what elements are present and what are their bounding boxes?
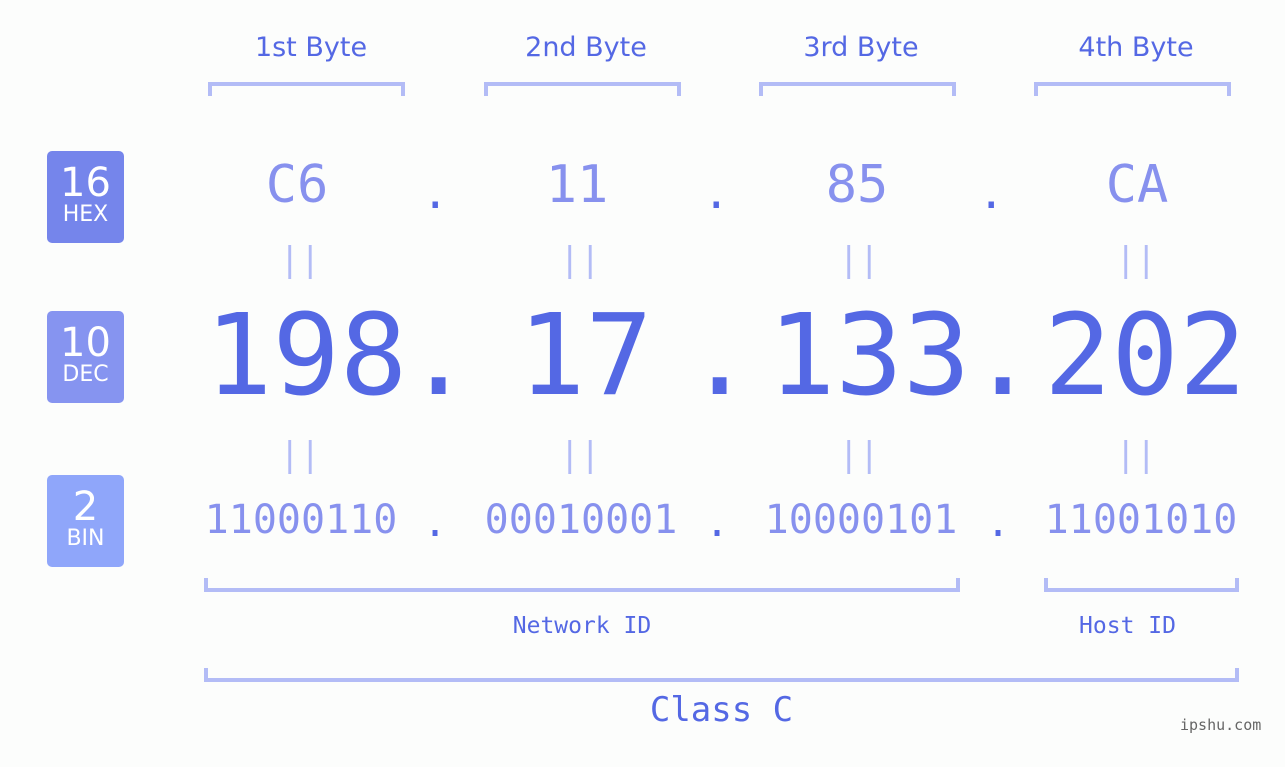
hex-badge: 16 HEX <box>47 151 124 243</box>
host-id-bracket <box>1044 578 1239 592</box>
dec-badge-label: DEC <box>62 362 109 387</box>
hex-byte-2: 11 <box>545 155 609 215</box>
equals-sign: || <box>838 435 880 475</box>
dec-byte-3: 133 <box>768 291 971 421</box>
dec-badge: 10 DEC <box>47 311 124 403</box>
host-id-label: Host ID <box>1079 613 1176 639</box>
bin-byte-3: 10000101 <box>764 497 958 543</box>
class-bracket <box>204 668 1239 682</box>
hex-byte-3: 85 <box>825 155 889 215</box>
hex-byte-4: CA <box>1105 155 1169 215</box>
bin-byte-1: 11000110 <box>204 497 398 543</box>
equals-sign: || <box>279 240 321 280</box>
byte-bracket-3 <box>759 82 956 96</box>
equals-sign: || <box>1115 435 1157 475</box>
hex-separator-1: . <box>422 168 449 219</box>
dec-byte-1: 198 <box>205 291 408 421</box>
byte-bracket-4 <box>1034 82 1231 96</box>
bin-byte-2: 00010001 <box>484 497 678 543</box>
bin-byte-4: 11001010 <box>1044 497 1238 543</box>
byte-header-3: 3rd Byte <box>803 32 919 63</box>
bin-separator-3: . <box>986 500 1011 546</box>
equals-sign: || <box>1115 240 1157 280</box>
equals-sign: || <box>559 240 601 280</box>
bin-badge-number: 2 <box>72 484 99 530</box>
dec-badge-number: 10 <box>60 320 111 366</box>
network-id-bracket <box>204 578 960 592</box>
byte-header-2: 2nd Byte <box>525 32 647 63</box>
equals-sign: || <box>279 435 321 475</box>
class-label: Class C <box>649 690 794 730</box>
hex-byte-1: C6 <box>265 155 329 215</box>
dec-byte-4: 202 <box>1044 291 1247 421</box>
dec-separator-2: . <box>686 291 754 421</box>
network-id-label: Network ID <box>512 613 652 639</box>
hex-badge-number: 16 <box>60 160 111 206</box>
watermark: ipshu.com <box>1180 716 1262 734</box>
bin-separator-1: . <box>423 500 448 546</box>
bin-badge-label: BIN <box>66 526 105 551</box>
hex-badge-label: HEX <box>62 202 109 227</box>
dec-separator-1: . <box>405 291 473 421</box>
bin-badge: 2 BIN <box>47 475 124 567</box>
hex-separator-3: . <box>978 168 1005 219</box>
byte-bracket-1 <box>208 82 405 96</box>
byte-bracket-2 <box>484 82 681 96</box>
byte-header-1: 1st Byte <box>254 32 368 63</box>
equals-sign: || <box>559 435 601 475</box>
bin-separator-2: . <box>705 500 730 546</box>
equals-sign: || <box>838 240 880 280</box>
dec-separator-3: . <box>969 291 1037 421</box>
hex-separator-2: . <box>703 168 730 219</box>
byte-header-4: 4th Byte <box>1078 32 1194 63</box>
dec-byte-2: 17 <box>518 291 653 421</box>
